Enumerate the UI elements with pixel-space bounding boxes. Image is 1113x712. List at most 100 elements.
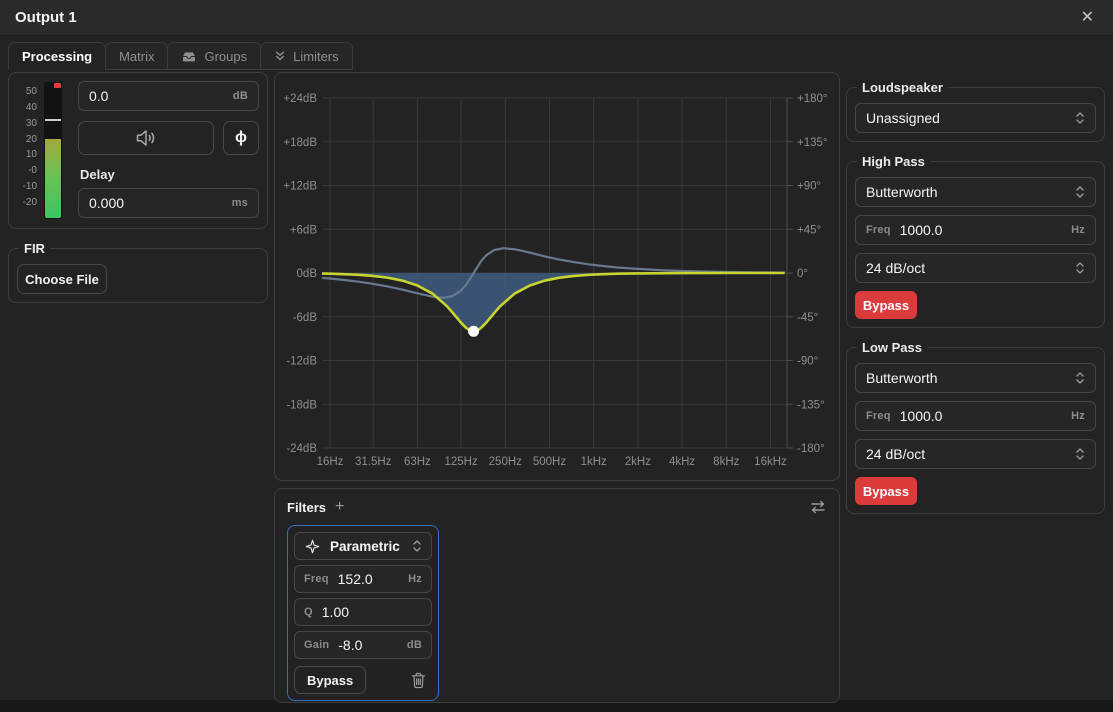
- high-pass-bypass-button[interactable]: Bypass: [855, 291, 917, 319]
- svg-text:2kHz: 2kHz: [625, 456, 651, 468]
- swap-arrows-icon[interactable]: [809, 499, 827, 515]
- svg-text:+18dB: +18dB: [283, 137, 317, 149]
- loudspeaker-value: Unassigned: [866, 110, 1066, 126]
- meter-scale: 5040302010-0-10-20: [17, 86, 37, 208]
- delay-input[interactable]: 0.000 ms: [78, 188, 259, 218]
- chevron-up-down-icon: [1075, 261, 1085, 275]
- channel-column: 5040302010-0-10-20 0.0 dB: [8, 72, 268, 703]
- chevron-up-down-icon: [1075, 447, 1085, 461]
- filter-q-value: 1.00: [322, 604, 422, 620]
- high-pass-legend: High Pass: [857, 154, 930, 169]
- double-chevron-down-icon: [274, 50, 286, 62]
- loudspeaker-legend: Loudspeaker: [857, 80, 948, 95]
- svg-text:-180°: -180°: [797, 443, 825, 455]
- add-filter-button[interactable]: +: [335, 499, 344, 515]
- tab-groups[interactable]: Groups: [167, 42, 261, 70]
- low-pass-bypass-button[interactable]: Bypass: [855, 477, 917, 505]
- low-pass-freq-unit: Hz: [1071, 410, 1085, 422]
- svg-text:+135°: +135°: [797, 137, 828, 149]
- high-pass-type-value: Butterworth: [866, 184, 1066, 200]
- svg-text:31.5Hz: 31.5Hz: [355, 456, 392, 468]
- svg-text:125Hz: 125Hz: [444, 456, 477, 468]
- choose-file-label: Choose File: [25, 272, 99, 287]
- high-pass-type-select[interactable]: Butterworth: [855, 177, 1096, 207]
- tab-limiters[interactable]: Limiters: [260, 42, 353, 70]
- svg-text:+45°: +45°: [797, 224, 821, 236]
- delay-unit: ms: [232, 197, 248, 209]
- chevron-up-down-icon: [1075, 371, 1085, 385]
- low-pass-freq-value: 1000.0: [900, 408, 1063, 424]
- tab-processing[interactable]: Processing: [8, 42, 106, 70]
- svg-text:500Hz: 500Hz: [533, 456, 566, 468]
- delay-value: 0.000: [89, 195, 223, 211]
- gain-button-row: ϕ: [78, 121, 259, 155]
- fir-group: FIR Choose File: [8, 241, 268, 303]
- low-pass-freq-input[interactable]: Freq 1000.0 Hz: [855, 401, 1096, 431]
- filter-gain-value: -8.0: [338, 637, 398, 653]
- filter-q-prefix: Q: [304, 606, 313, 618]
- filters-header: Filters +: [287, 498, 827, 516]
- output-window: Output 1 ✕ Processing Matrix Groups: [0, 0, 1113, 700]
- titlebar: Output 1 ✕: [0, 0, 1113, 36]
- gain-unit: dB: [233, 90, 248, 102]
- svg-text:1kHz: 1kHz: [581, 456, 607, 468]
- filters-panel: Filters +: [274, 488, 840, 703]
- high-pass-freq-value: 1000.0: [900, 222, 1063, 238]
- high-pass-bypass-label: Bypass: [863, 298, 909, 313]
- meter-clip-indicator: [54, 83, 61, 88]
- mute-button[interactable]: [78, 121, 214, 155]
- low-pass-bypass-label: Bypass: [863, 484, 909, 499]
- filter-type-select[interactable]: Parametric: [294, 532, 432, 560]
- filter-freq-unit: Hz: [408, 573, 422, 585]
- gain-value: 0.0: [89, 88, 224, 104]
- filter-freq-input[interactable]: Freq 152.0 Hz: [294, 565, 432, 593]
- tab-matrix-label: Matrix: [119, 49, 154, 64]
- high-pass-freq-prefix: Freq: [866, 224, 891, 236]
- svg-text:63Hz: 63Hz: [404, 456, 431, 468]
- svg-text:-18dB: -18dB: [286, 399, 317, 411]
- filter-card-footer: Bypass: [294, 666, 432, 694]
- svg-text:-90°: -90°: [797, 356, 818, 368]
- loudspeaker-select[interactable]: Unassigned: [855, 103, 1096, 133]
- filter-q-input[interactable]: Q 1.00: [294, 598, 432, 626]
- filter-freq-value: 152.0: [338, 571, 400, 587]
- four-point-star-icon: [304, 538, 321, 555]
- svg-text:0dB: 0dB: [297, 268, 318, 280]
- svg-text:16kHz: 16kHz: [754, 456, 787, 468]
- high-pass-slope-select[interactable]: 24 dB/oct: [855, 253, 1096, 283]
- speaker-icon: [133, 128, 159, 148]
- meter-fill: [45, 139, 61, 218]
- phi-icon: ϕ: [235, 129, 247, 147]
- loudspeaker-group: Loudspeaker Unassigned: [846, 80, 1105, 142]
- filter-gain-input[interactable]: Gain -8.0 dB: [294, 631, 432, 659]
- crossover-column: Loudspeaker Unassigned High Pass Butterw…: [846, 72, 1105, 703]
- filter-handle[interactable]: [468, 326, 479, 337]
- phase-invert-button[interactable]: ϕ: [223, 121, 259, 155]
- gain-input[interactable]: 0.0 dB: [78, 81, 259, 111]
- svg-text:-6dB: -6dB: [293, 312, 318, 324]
- filter-type-value: Parametric: [330, 539, 403, 554]
- low-pass-group: Low Pass Butterworth Freq 1000.0 Hz 24 d…: [846, 340, 1105, 514]
- svg-text:-135°: -135°: [797, 399, 825, 411]
- choose-file-button[interactable]: Choose File: [17, 264, 107, 294]
- svg-text:-12dB: -12dB: [286, 356, 317, 368]
- low-pass-freq-prefix: Freq: [866, 410, 891, 422]
- close-icon[interactable]: ✕: [1077, 8, 1098, 28]
- meter-track: [44, 82, 62, 219]
- svg-text:-45°: -45°: [797, 312, 818, 324]
- filters-title: Filters: [287, 500, 326, 515]
- high-pass-group: High Pass Butterworth Freq 1000.0 Hz 24 …: [846, 154, 1105, 328]
- svg-text:+6dB: +6dB: [290, 224, 318, 236]
- trash-icon[interactable]: [411, 672, 426, 689]
- svg-text:-24dB: -24dB: [286, 443, 317, 455]
- svg-text:+90°: +90°: [797, 181, 821, 193]
- eq-plot[interactable]: +24dB+180°+18dB+135°+12dB+90°+6dB+45°0dB…: [275, 73, 840, 481]
- filter-bypass-button[interactable]: Bypass: [294, 666, 366, 694]
- filter-card[interactable]: Parametric Freq 152.0 Hz: [287, 525, 439, 701]
- low-pass-type-select[interactable]: Butterworth: [855, 363, 1096, 393]
- low-pass-legend: Low Pass: [857, 340, 927, 355]
- tray-icon: [181, 50, 197, 63]
- high-pass-freq-input[interactable]: Freq 1000.0 Hz: [855, 215, 1096, 245]
- tab-matrix[interactable]: Matrix: [105, 42, 168, 70]
- low-pass-slope-select[interactable]: 24 dB/oct: [855, 439, 1096, 469]
